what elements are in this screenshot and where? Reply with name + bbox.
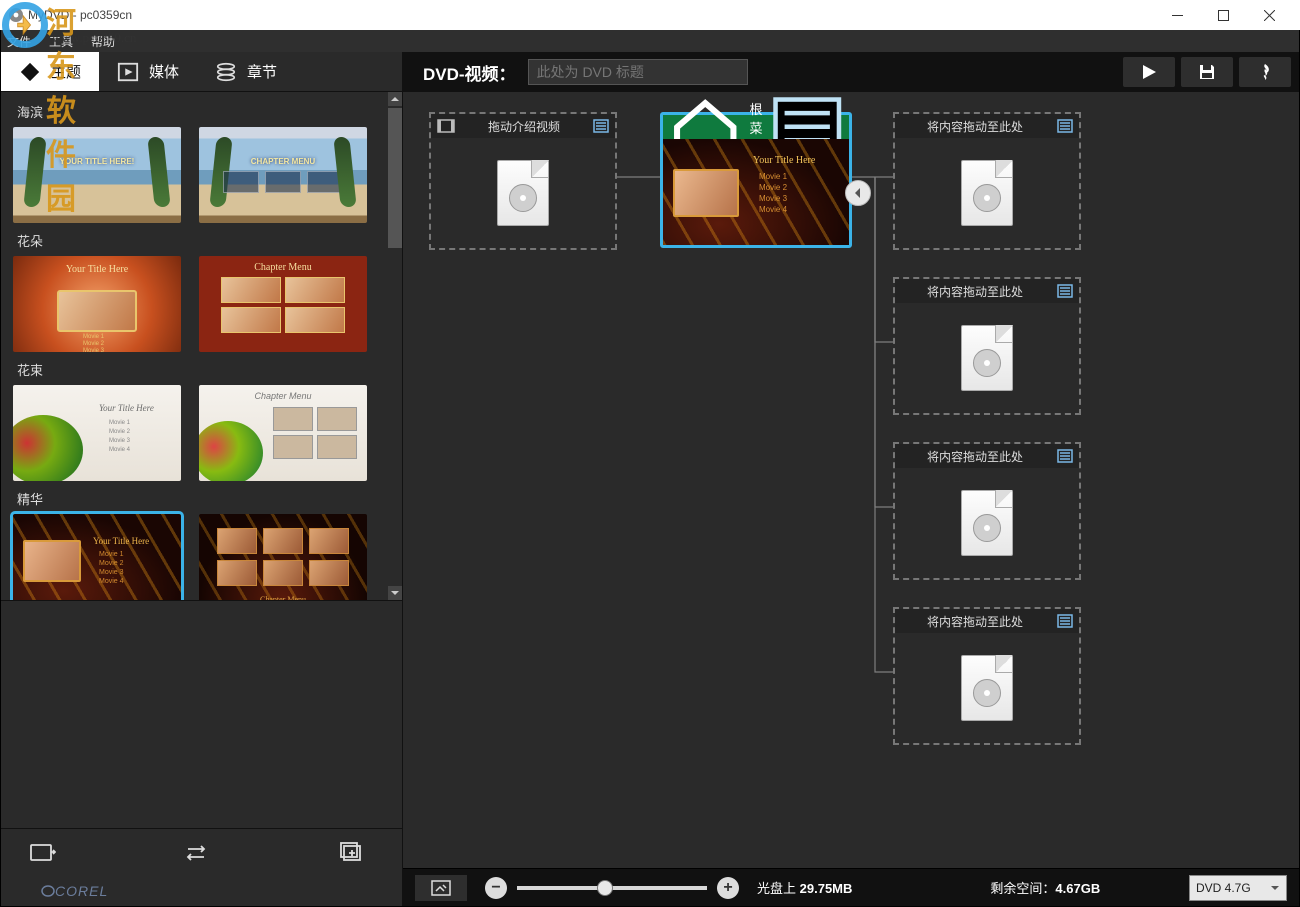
root-preview-title: Your Title Here [753,155,815,166]
import-button[interactable] [21,838,65,868]
drop-node-2[interactable]: 将内容拖动至此处 [893,277,1081,415]
file-placeholder-icon [961,325,1013,391]
window-close-button[interactable] [1246,0,1292,30]
themes-panel: 海滨 YOUR TITLE HERE! CHAPTER MENU 花朵 Your… [1,92,402,600]
zoom-slider[interactable] [517,886,707,890]
file-placeholder-icon [961,490,1013,556]
project-type-label: DVD-视频： [403,60,528,85]
app-icon [8,7,24,23]
drop-node-3[interactable]: 将内容拖动至此处 [893,442,1081,580]
burn-button[interactable] [1239,57,1291,87]
themes-icon [19,61,41,83]
menu-tools[interactable]: 工具 [49,33,73,50]
project-header: DVD-视频： [403,52,1299,92]
theme-category-flower: 花朵 [17,231,380,250]
disc-free: 剩余空间：4.67GB [990,878,1100,897]
scroll-up-button[interactable] [388,92,402,106]
window-minimize-button[interactable] [1154,0,1200,30]
tab-media-label: 媒体 [149,61,179,82]
drop-node-1[interactable]: 将内容拖动至此处 [893,112,1081,250]
themes-variants-panel [1,600,402,828]
swap-button[interactable] [175,838,219,868]
disc-type-select[interactable]: DVD 4.7G [1189,875,1287,901]
theme-thumb-essential-chapter[interactable]: Chapter Menu [199,514,367,600]
scroll-thumb[interactable] [388,108,402,248]
menu-icon[interactable] [1057,449,1073,463]
disc-type-value: DVD 4.7G [1196,881,1251,895]
disc-used: 光盘上 29.75MB [757,878,852,897]
theme-thumb-beach-chapter[interactable]: CHAPTER MENU [199,127,367,223]
theme-thumb-bouquet-chapter[interactable]: Chapter Menu [199,385,367,481]
status-bar: − + 光盘上 29.75MB 剩余空间：4.67GB DVD 4.7G [403,868,1299,906]
menu-icon[interactable] [1057,284,1073,298]
root-menu-node[interactable]: 根菜单 Your Title Here Movie 1Movie 2Movie … [660,112,852,248]
theme-thumb-essential-title[interactable]: Your Title Here Movie 1Movie 2Movie 3Mov… [13,514,181,600]
zoom-out-button[interactable]: − [485,877,507,899]
tab-themes[interactable]: 主题 [1,52,99,91]
menu-file[interactable]: 文件 [7,33,31,50]
drop-label: 将内容拖动至此处 [901,448,1049,465]
brand-corel: COREL [55,883,108,899]
edit-button[interactable] [415,875,467,901]
intro-node[interactable]: 拖动介绍视频 [429,112,617,250]
menu-icon[interactable] [1057,119,1073,133]
media-icon [117,61,139,83]
theme-category-essential: 精华 [17,489,380,508]
theme-thumb-bouquet-title[interactable]: Your Title Here Movie 1Movie 2Movie 3Mov… [13,385,181,481]
theme-thumb-beach-title[interactable]: YOUR TITLE HERE! [13,127,181,223]
tab-media[interactable]: 媒体 [99,52,197,91]
add-button[interactable] [329,838,373,868]
theme-category-beach: 海滨 [17,102,380,121]
drop-label: 将内容拖动至此处 [901,613,1049,630]
play-button[interactable] [1123,57,1175,87]
window-maximize-button[interactable] [1200,0,1246,30]
zoom-control: − + [485,877,739,899]
corel-icon [41,884,55,898]
menu-help[interactable]: 帮助 [91,33,115,50]
menu-icon[interactable] [1057,614,1073,628]
file-placeholder-icon [497,160,549,226]
drop-label: 将内容拖动至此处 [901,118,1049,135]
scroll-down-button[interactable] [388,586,402,600]
theme-category-bouquet: 花束 [17,360,380,379]
tree-canvas[interactable]: 拖动介绍视频 根菜单 Your Title Here Movie 1Movie … [403,92,1299,868]
menubar: 文件 工具 帮助 [1,30,1299,52]
tab-themes-label: 主题 [51,61,81,82]
theme-thumb-flower-title[interactable]: Your Title Here Movie 1Movie 2Movie 3 [13,256,181,352]
chapters-icon [215,61,237,83]
intro-label: 拖动介绍视频 [463,118,585,135]
window-titlebar: MyDVD - pc0359cn [0,0,1300,30]
collapse-button[interactable] [845,180,871,206]
save-button[interactable] [1181,57,1233,87]
drop-node-4[interactable]: 将内容拖动至此处 [893,607,1081,745]
drop-label: 将内容拖动至此处 [901,283,1049,300]
intro-icon [437,118,455,134]
dvd-title-input[interactable] [528,59,748,85]
root-preview-list: Movie 1Movie 2Movie 3Movie 4 [759,171,787,215]
file-placeholder-icon [961,160,1013,226]
menu-icon[interactable] [593,119,609,133]
left-tabs: 主题 媒体 章节 [1,52,402,92]
file-placeholder-icon [961,655,1013,721]
theme-thumb-flower-chapter[interactable]: Chapter Menu [199,256,367,352]
left-actions [1,828,402,876]
window-title: MyDVD - pc0359cn [28,8,132,22]
zoom-thumb[interactable] [597,880,613,896]
themes-scrollbar[interactable] [388,92,402,600]
tab-chapters[interactable]: 章节 [197,52,295,91]
tab-chapters-label: 章节 [247,61,277,82]
zoom-in-button[interactable]: + [717,877,739,899]
brand-bar: COREL [1,876,402,906]
